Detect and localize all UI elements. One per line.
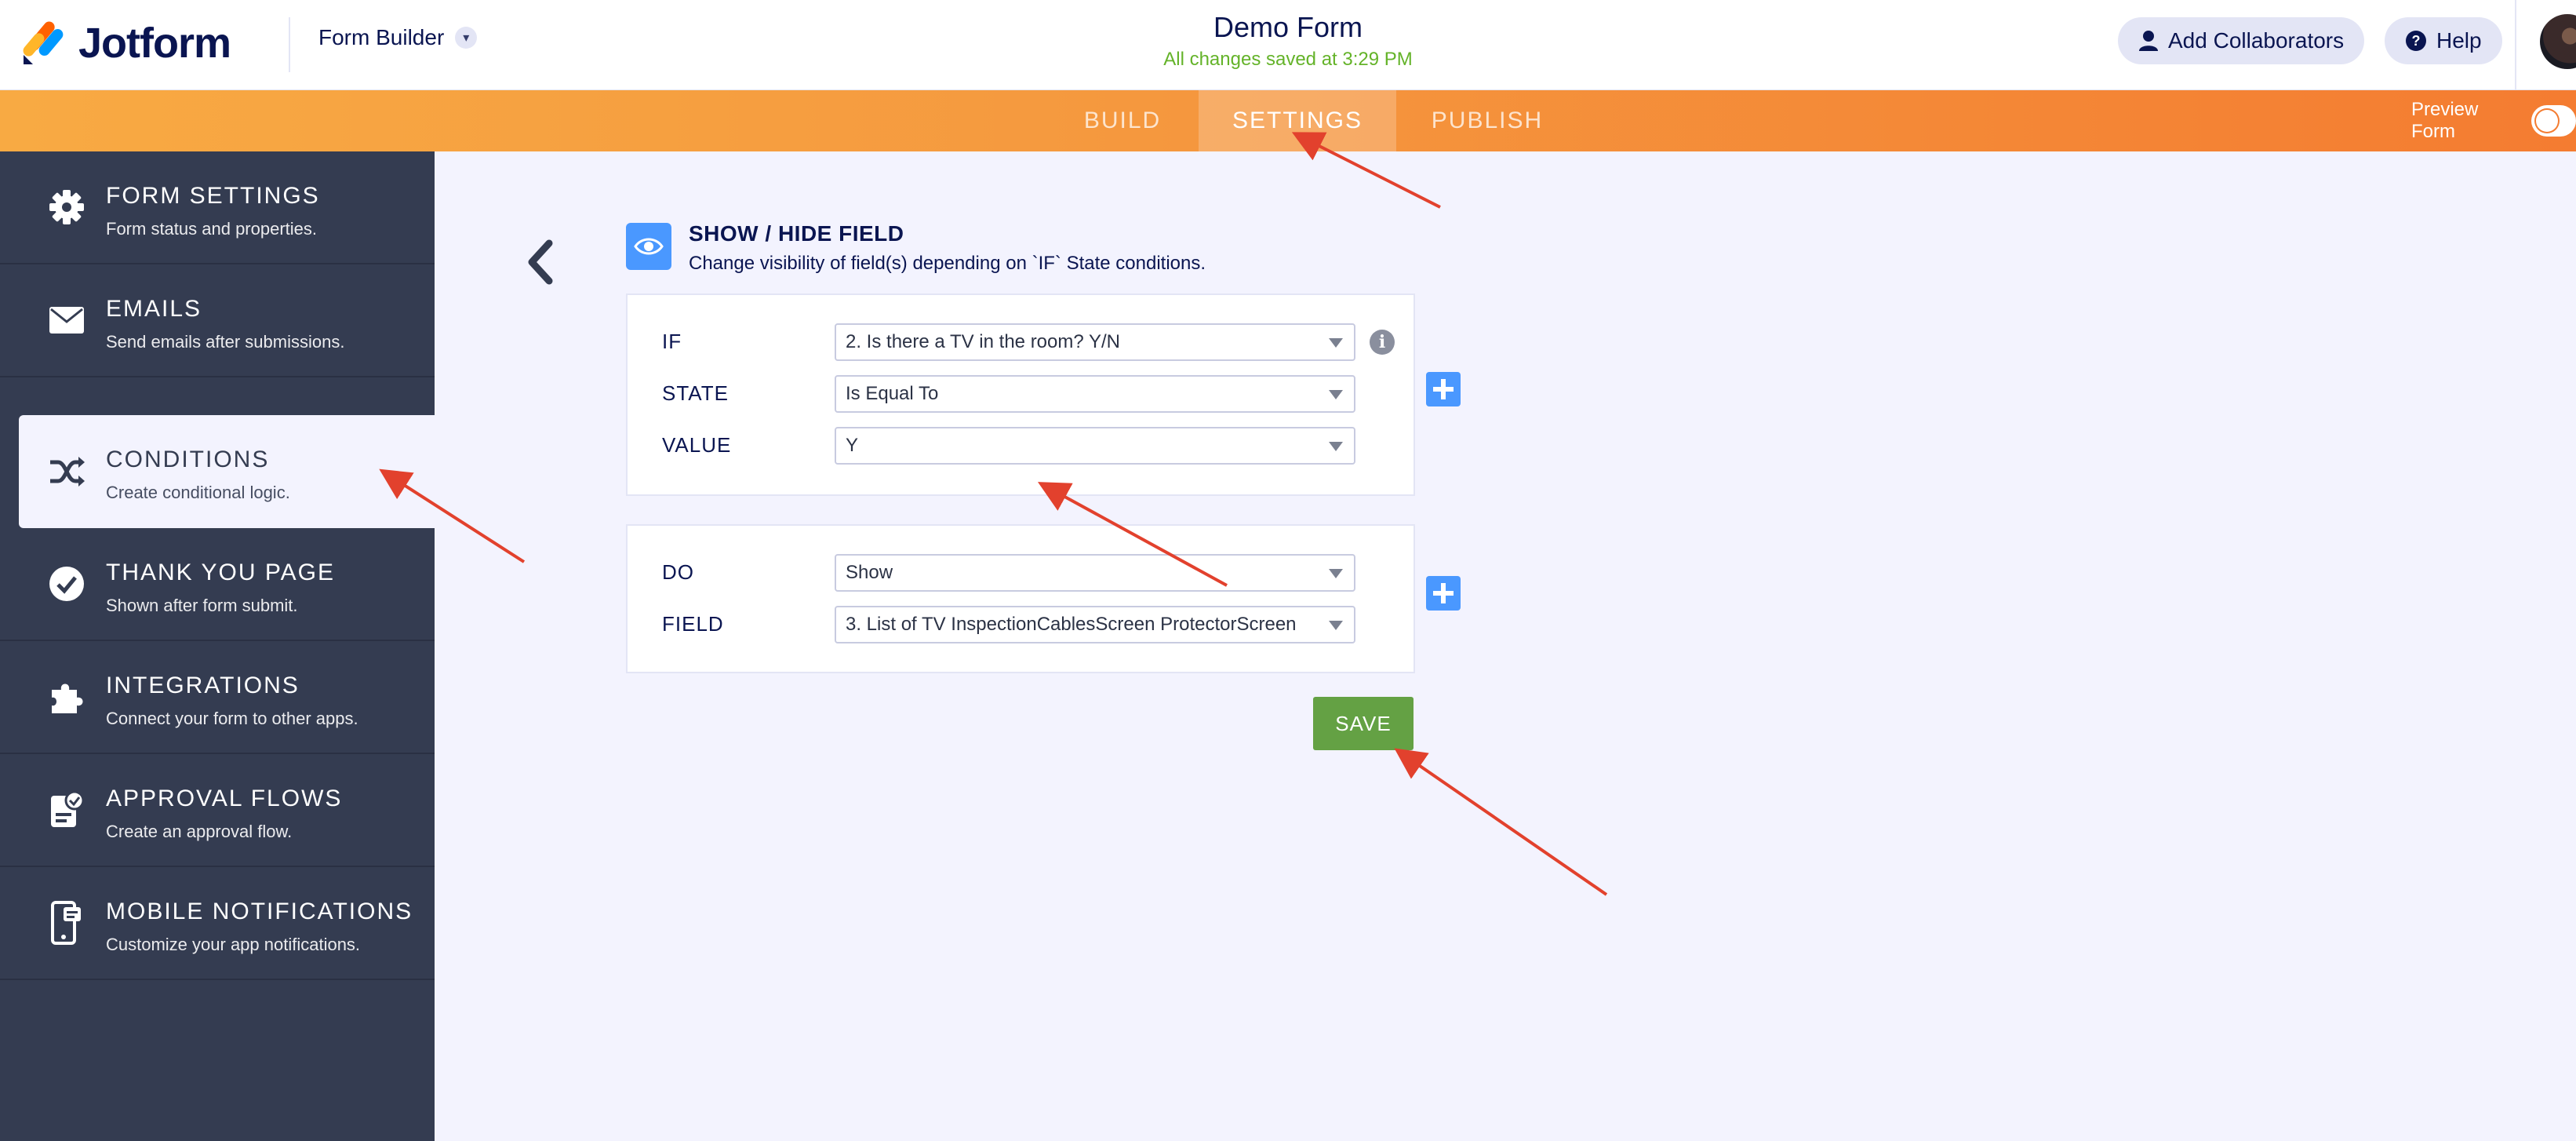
approval-icon [47, 790, 86, 829]
value-label: VALUE [662, 433, 732, 457]
do-actions-panel: DO Show FIELD 3. List of TV InspectionCa… [626, 524, 1415, 673]
dropdown-caret-icon [1329, 338, 1343, 348]
save-button[interactable]: SAVE [1313, 697, 1414, 750]
sidebar-item-thank-you-page[interactable]: THANK YOU PAGE Shown after form submit. [0, 528, 435, 641]
settings-sidebar: FORM SETTINGS Form status and properties… [0, 151, 435, 1141]
dropdown-caret-icon [1329, 390, 1343, 399]
sidebar-item-subtitle: Connect your form to other apps. [106, 709, 358, 728]
sidebar-item-title: CONDITIONS [106, 447, 270, 472]
mobile-icon [47, 901, 86, 945]
chevron-down-icon: ▾ [455, 27, 478, 49]
check-circle-icon [47, 564, 86, 603]
logo-text: Jotform [78, 20, 231, 67]
do-action-value: Show [846, 562, 893, 583]
eye-icon [626, 223, 671, 270]
field-label: FIELD [662, 612, 724, 636]
sidebar-item-title: THANK YOU PAGE [106, 560, 335, 585]
sidebar-item-title: APPROVAL FLOWS [106, 786, 343, 811]
sidebar-item-integrations[interactable]: INTEGRATIONS Connect your form to other … [0, 641, 435, 754]
state-select[interactable]: Is Equal To [835, 375, 1355, 413]
user-icon [2139, 31, 2158, 51]
jotform-logo-icon [23, 21, 64, 64]
info-icon[interactable]: i [1370, 330, 1395, 355]
condition-description: Change visibility of field(s) depending … [689, 253, 1206, 274]
form-builder-dropdown[interactable]: Form Builder ▾ [318, 25, 478, 50]
sidebar-item-form-settings[interactable]: FORM SETTINGS Form status and properties… [0, 151, 435, 264]
avatar[interactable] [2540, 14, 2576, 69]
gear-icon [47, 188, 86, 227]
sidebar-item-subtitle: Create conditional logic. [106, 483, 290, 502]
state-label: STATE [662, 381, 729, 405]
envelope-icon [47, 301, 86, 340]
header-divider [289, 17, 290, 72]
target-field-select[interactable]: 3. List of TV InspectionCablesScreen Pro… [835, 606, 1355, 643]
if-field-select[interactable]: 2. Is there a TV in the room? Y/N [835, 323, 1355, 361]
sidebar-item-subtitle: Send emails after submissions. [106, 332, 345, 352]
plus-icon [1433, 379, 1454, 399]
sidebar-item-subtitle: Shown after form submit. [106, 596, 298, 615]
arrow-to-save-button [1394, 748, 1608, 896]
tab-publish[interactable]: PUBLISH [1418, 90, 1556, 151]
builder-nav: BUILD SETTINGS PUBLISH Preview Form [0, 90, 2576, 151]
if-label: IF [662, 330, 682, 353]
sidebar-item-conditions[interactable]: CONDITIONS Create conditional logic. [19, 415, 435, 528]
value-select[interactable]: Y [835, 427, 1355, 465]
dropdown-caret-icon [1329, 569, 1343, 578]
do-action-select[interactable]: Show [835, 554, 1355, 592]
state-value: Is Equal To [846, 383, 939, 404]
sidebar-item-title: EMAILS [106, 296, 202, 322]
toggle-switch[interactable] [2531, 105, 2576, 137]
sidebar-item-title: FORM SETTINGS [106, 183, 320, 209]
add-do-action-button[interactable] [1426, 576, 1461, 611]
question-icon: ? [2406, 31, 2426, 51]
help-button[interactable]: ? Help [2385, 17, 2502, 64]
if-conditions-panel: IF 2. Is there a TV in the room? Y/N i S… [626, 293, 1415, 496]
target-field-value: 3. List of TV InspectionCablesScreen Pro… [846, 614, 1297, 635]
tab-settings[interactable]: SETTINGS [1199, 90, 1396, 151]
shuffle-icon [47, 452, 86, 491]
avatar-divider [2515, 0, 2516, 89]
puzzle-icon [47, 677, 86, 716]
condition-title: SHOW / HIDE FIELD [689, 221, 904, 246]
jotform-logo[interactable]: Jotform [22, 19, 231, 67]
if-field-value: 2. Is there a TV in the room? Y/N [846, 331, 1120, 352]
sidebar-item-approval-flows[interactable]: APPROVAL FLOWS Create an approval flow. [0, 754, 435, 867]
sidebar-item-emails[interactable]: EMAILS Send emails after submissions. [0, 264, 435, 377]
dropdown-caret-icon [1329, 621, 1343, 630]
tab-build[interactable]: BUILD [1072, 90, 1173, 151]
do-label: DO [662, 560, 694, 584]
sidebar-item-title: INTEGRATIONS [106, 673, 300, 698]
add-collaborators-label: Add Collaborators [2168, 28, 2345, 53]
help-label: Help [2436, 28, 2482, 53]
sidebar-item-subtitle: Form status and properties. [106, 219, 318, 239]
back-chevron-icon[interactable] [524, 239, 555, 286]
sidebar-item-title: MOBILE NOTIFICATIONS [106, 899, 413, 924]
svg-text:?: ? [2412, 33, 2421, 49]
dropdown-caret-icon [1329, 442, 1343, 451]
value-value: Y [846, 435, 859, 456]
sidebar-item-mobile-notifications[interactable]: MOBILE NOTIFICATIONS Customize your app … [0, 867, 435, 980]
plus-icon [1433, 583, 1454, 603]
add-collaborators-button[interactable]: Add Collaborators [2118, 17, 2365, 64]
sidebar-item-subtitle: Customize your app notifications. [106, 935, 361, 954]
sidebar-item-subtitle: Create an approval flow. [106, 822, 293, 841]
preview-form-toggle[interactable]: Preview Form [2411, 90, 2576, 151]
form-builder-label: Form Builder [318, 25, 445, 49]
add-if-condition-button[interactable] [1426, 372, 1461, 406]
preview-form-label: Preview Form [2411, 99, 2479, 142]
top-header: Jotform Form Builder ▾ Demo Form All cha… [0, 0, 2576, 90]
